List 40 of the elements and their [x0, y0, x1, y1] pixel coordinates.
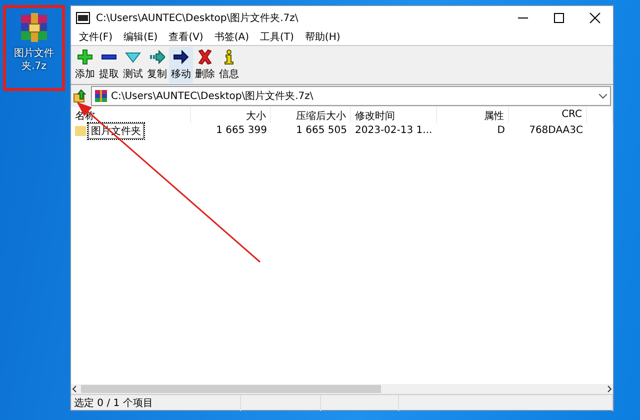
toolbar-button[interactable]: 测试: [121, 47, 145, 83]
arrow-icon: [173, 49, 189, 65]
table-cell-text: D: [496, 124, 506, 138]
toolbar-button[interactable]: 提取: [97, 47, 121, 83]
address-field[interactable]: C:\Users\AUNTEC\Desktop\图片文件夹.7z\: [91, 86, 611, 106]
scroll-right-icon[interactable]: [605, 385, 613, 393]
table-cell-text: 2023-02-13 1...: [354, 124, 434, 138]
plus-icon: [77, 49, 93, 65]
file-name: 图片文件夹.7z: [13, 47, 55, 73]
arrow-icon: [149, 49, 165, 65]
table-cell-text: 768DAA3C: [528, 124, 584, 138]
table-cell-text: 1 665 505: [295, 124, 348, 138]
column-header[interactable]: 大小: [191, 107, 271, 123]
archive-icon: [95, 90, 107, 102]
status-text: 选定 0 / 1 个项目: [71, 395, 241, 411]
column-header[interactable]: CRC: [509, 107, 587, 123]
menu-item[interactable]: 书签(A): [209, 30, 254, 44]
menu-item[interactable]: 工具(T): [255, 30, 299, 44]
up-folder-icon[interactable]: [73, 89, 87, 103]
menu-item[interactable]: 文件(F): [74, 30, 118, 44]
toolbar-button[interactable]: 复制: [145, 47, 169, 83]
horizontal-scrollbar[interactable]: [71, 384, 613, 394]
menu-item[interactable]: 帮助(H): [300, 30, 346, 44]
window-title: C:\Users\AUNTEC\Desktop\图片文件夹.7z\: [96, 12, 300, 24]
scroll-left-icon[interactable]: [71, 385, 79, 393]
menu-item[interactable]: 编辑(E): [118, 30, 163, 44]
cross-icon: [197, 49, 213, 65]
column-header[interactable]: 属性: [437, 107, 509, 123]
column-header[interactable]: 修改时间: [351, 107, 437, 123]
toolbar-button[interactable]: 移动: [169, 47, 193, 83]
table-cell-text: 1 665 399: [215, 124, 268, 138]
column-header[interactable]: 压缩后大小: [271, 107, 351, 123]
archive-icon[interactable]: [18, 12, 50, 44]
folder-icon: [75, 126, 86, 136]
toolbar-button[interactable]: 删除: [193, 47, 217, 83]
app-icon: [76, 12, 90, 24]
toolbar-button[interactable]: 添加: [73, 47, 97, 83]
dropdown-icon[interactable]: [599, 94, 607, 98]
menu-item[interactable]: 查看(V): [164, 30, 208, 44]
toolbar-button[interactable]: 信息: [217, 47, 241, 83]
